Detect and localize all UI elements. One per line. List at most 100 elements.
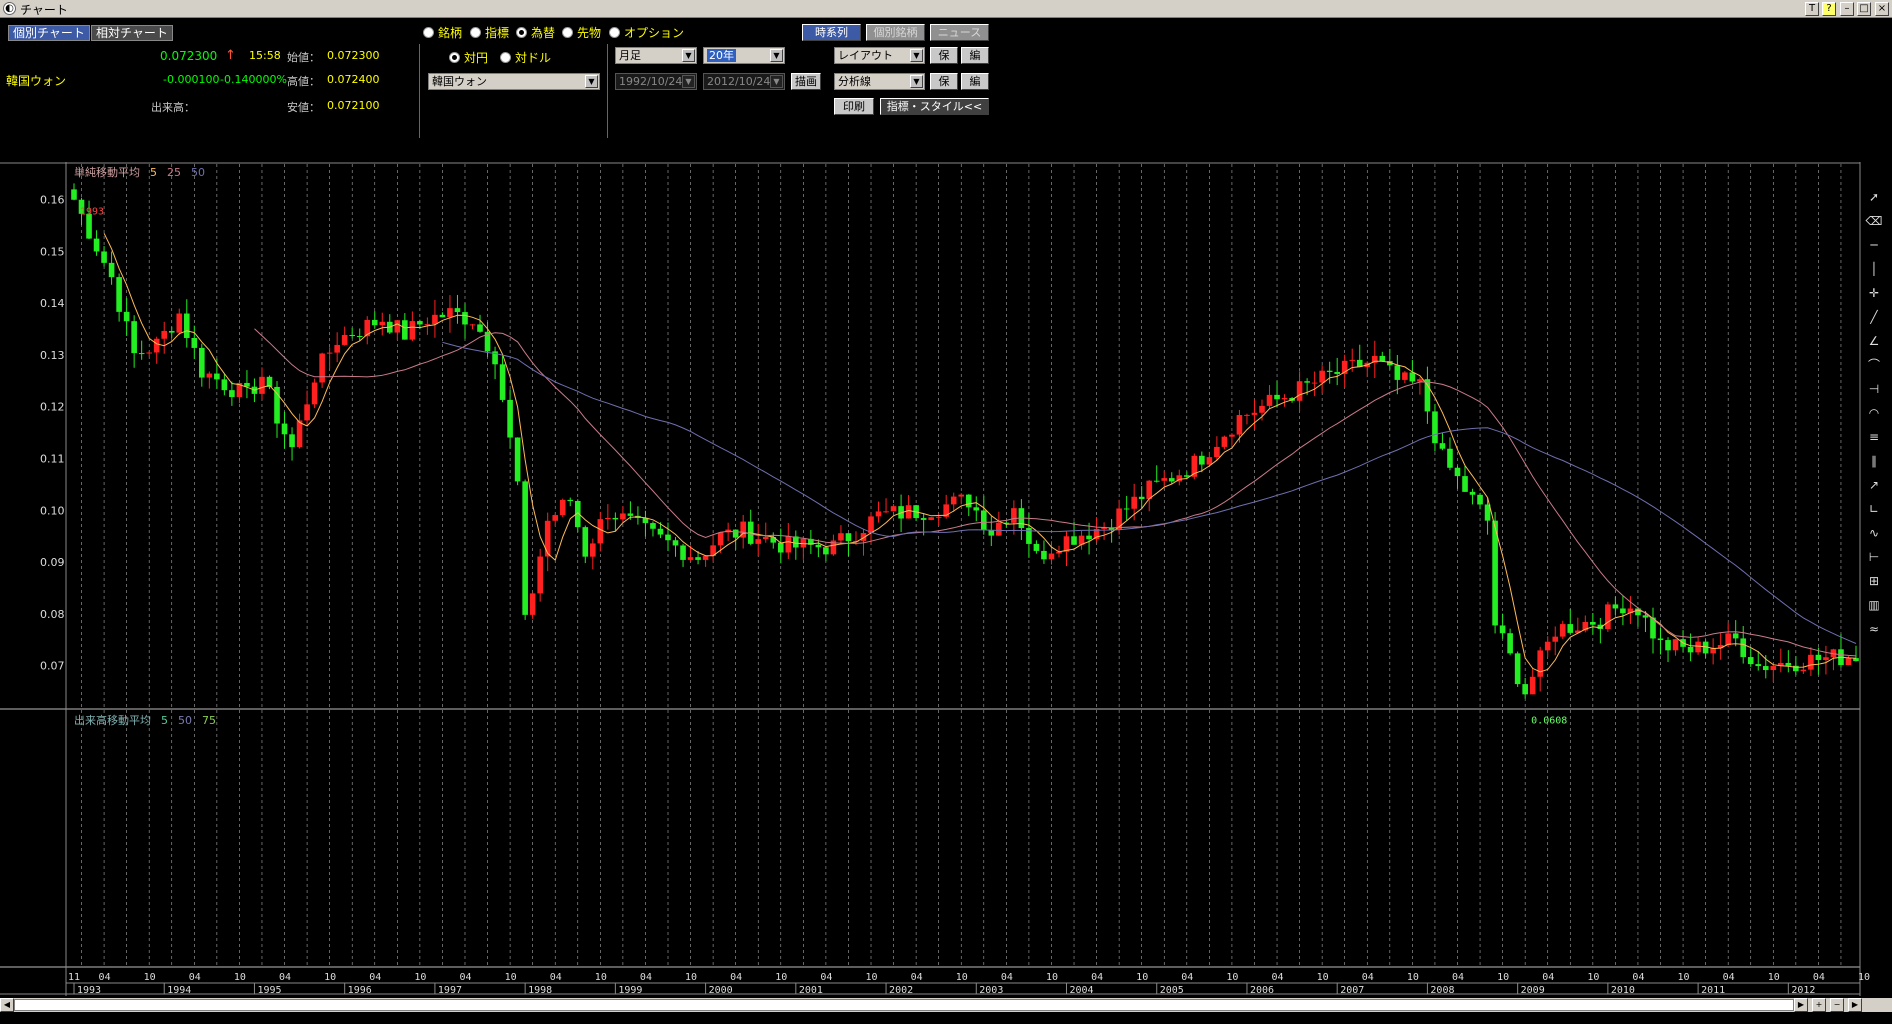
candle <box>469 324 476 326</box>
chart-area[interactable]: 0.16 0.15 0.14 0.13 0.12 0.11 0.10 0.09 0.08 0.07… <box>0 162 1892 1024</box>
regression-icon[interactable]: ∿ <box>1865 524 1883 542</box>
x-month-label: 04 <box>189 972 201 983</box>
news-button[interactable]: ニュース <box>930 24 989 41</box>
candle <box>1537 650 1544 677</box>
x-year-label: 1998 <box>528 985 552 996</box>
analysis-select[interactable]: 分析線 ▼ <box>834 73 925 90</box>
radio-futures[interactable]: 先物 <box>562 24 601 41</box>
candle <box>1559 624 1566 637</box>
legend-period: 25 <box>167 166 181 179</box>
fib-ext-icon[interactable]: ∟ <box>1865 500 1883 518</box>
stock-info-button[interactable]: 個別銘柄 <box>866 24 925 41</box>
maximize-button[interactable]: □ <box>1857 2 1871 16</box>
from-date-field[interactable]: 1992/10/24 ▼ <box>615 73 697 90</box>
currency-select[interactable]: 韓国ウォン ▼ <box>428 73 600 90</box>
scroll-track[interactable] <box>14 999 1794 1011</box>
indicator-style-button[interactable]: 指標・スタイル<< <box>880 98 989 115</box>
minimize-button[interactable]: – <box>1840 2 1854 16</box>
radio-dot <box>609 27 620 38</box>
candle <box>1620 608 1626 614</box>
legend-period: 75 <box>202 714 216 727</box>
price-panel <box>0 162 1860 709</box>
candle <box>409 321 416 340</box>
channel-icon[interactable]: ≡ <box>1865 428 1883 446</box>
radio-vs-yen[interactable]: 対円 <box>449 49 488 66</box>
grid-icon[interactable]: ⊞ <box>1865 572 1883 590</box>
candle <box>1011 508 1017 523</box>
interval-value: 月足 <box>619 49 641 62</box>
text-mode-button[interactable]: T <box>1805 2 1819 16</box>
zoom-out-icon[interactable]: − <box>1830 998 1844 1012</box>
y-tick-label: 0.09 <box>40 556 65 569</box>
range-icon[interactable]: ⊢ <box>1865 548 1883 566</box>
hline-icon[interactable]: ─ <box>1865 236 1883 254</box>
eraser-icon[interactable]: ⌫ <box>1865 212 1883 230</box>
print-button[interactable]: 印刷 <box>834 98 874 115</box>
crosshair-icon[interactable]: ✛ <box>1865 284 1883 302</box>
horizontal-scrollbar[interactable]: ◀ ▶ + − ▶ <box>0 998 1892 1012</box>
legend-period: 5 <box>150 166 157 179</box>
candle <box>838 533 844 541</box>
x-month-label: 10 <box>144 972 156 983</box>
candle <box>1785 662 1792 666</box>
tab-individual-chart[interactable]: 個別チャート <box>8 25 90 41</box>
chart-annotation: 0.0608 <box>1531 715 1567 726</box>
tab-relative-chart[interactable]: 相対チャート <box>91 25 173 41</box>
candle <box>559 499 566 516</box>
zoom-in-icon[interactable]: + <box>1812 998 1826 1012</box>
draw-button[interactable]: 描画 <box>791 73 821 90</box>
timeseries-button[interactable]: 時系列 <box>802 24 861 41</box>
candle <box>522 481 528 615</box>
fib-circle-icon[interactable]: ◠ <box>1865 404 1883 422</box>
candle <box>665 534 671 541</box>
ray-icon[interactable]: ↗ <box>1865 476 1883 494</box>
fib-fan-icon[interactable]: ∠ <box>1865 332 1883 350</box>
radio-vs-dollar[interactable]: 対ドル <box>500 49 551 66</box>
help-button[interactable]: ? <box>1822 2 1836 16</box>
analysis-edit-button[interactable]: 編集 <box>961 73 989 103</box>
cycle-icon[interactable]: ∥ <box>1865 452 1883 470</box>
candle <box>612 517 619 520</box>
trendline-icon[interactable]: ╱ <box>1865 308 1883 326</box>
analysis-save-button[interactable]: 保存 <box>930 73 958 103</box>
cursor-icon[interactable]: ➚ <box>1865 188 1883 206</box>
to-date-field[interactable]: 2012/10/24 ▼ <box>703 73 785 90</box>
candle <box>1469 491 1476 495</box>
candle <box>334 344 340 353</box>
x-year-label: 2010 <box>1611 985 1635 996</box>
interval-select[interactable]: 月足 ▼ <box>615 47 697 64</box>
vline-icon[interactable]: │ <box>1865 260 1883 278</box>
candle <box>1529 676 1536 695</box>
scroll-right-icon[interactable]: ▶ <box>1794 998 1808 1012</box>
span-select[interactable]: 20年 ▼ <box>703 47 785 64</box>
bars-icon[interactable]: ▥ <box>1865 596 1883 614</box>
candlestick-chart[interactable]: 0.16 0.15 0.14 0.13 0.12 0.11 0.10 0.09 0.08 0.07… <box>0 162 1892 1024</box>
radio-options[interactable]: オプション <box>609 24 684 41</box>
scroll-left-icon[interactable]: ◀ <box>0 998 14 1012</box>
fib-time-icon[interactable]: ⊣ <box>1865 380 1883 398</box>
scroll-end-icon[interactable]: ▶ <box>1848 998 1862 1012</box>
layout-select[interactable]: レイアウト ▼ <box>834 47 925 64</box>
layout-edit-button[interactable]: 編集 <box>961 47 989 77</box>
legend-title: 単純移動平均 <box>74 165 140 179</box>
close-button[interactable]: × <box>1875 2 1889 16</box>
wave-icon[interactable]: ≈ <box>1865 620 1883 638</box>
instrument-name: 韓国ウォン <box>6 74 67 88</box>
x-year-label: 2004 <box>1070 985 1094 996</box>
candle <box>1695 641 1701 653</box>
radio-stock[interactable]: 銘柄 <box>423 24 462 41</box>
radio-index[interactable]: 指標 <box>470 24 509 41</box>
candle <box>920 518 927 520</box>
candle <box>379 321 386 326</box>
radio-forex[interactable]: 為替 <box>516 24 555 41</box>
fib-arc-icon[interactable]: ⌒ <box>1865 356 1883 374</box>
candle <box>928 517 934 520</box>
radio-label: 対ドル <box>515 51 552 65</box>
layout-save-button[interactable]: 保存 <box>930 47 958 77</box>
candle <box>1229 434 1235 437</box>
candle <box>1409 372 1416 382</box>
candle <box>191 337 198 348</box>
analysis-value: 分析線 <box>838 75 871 88</box>
x-month-label: 10 <box>865 972 877 983</box>
candle <box>1311 382 1318 384</box>
